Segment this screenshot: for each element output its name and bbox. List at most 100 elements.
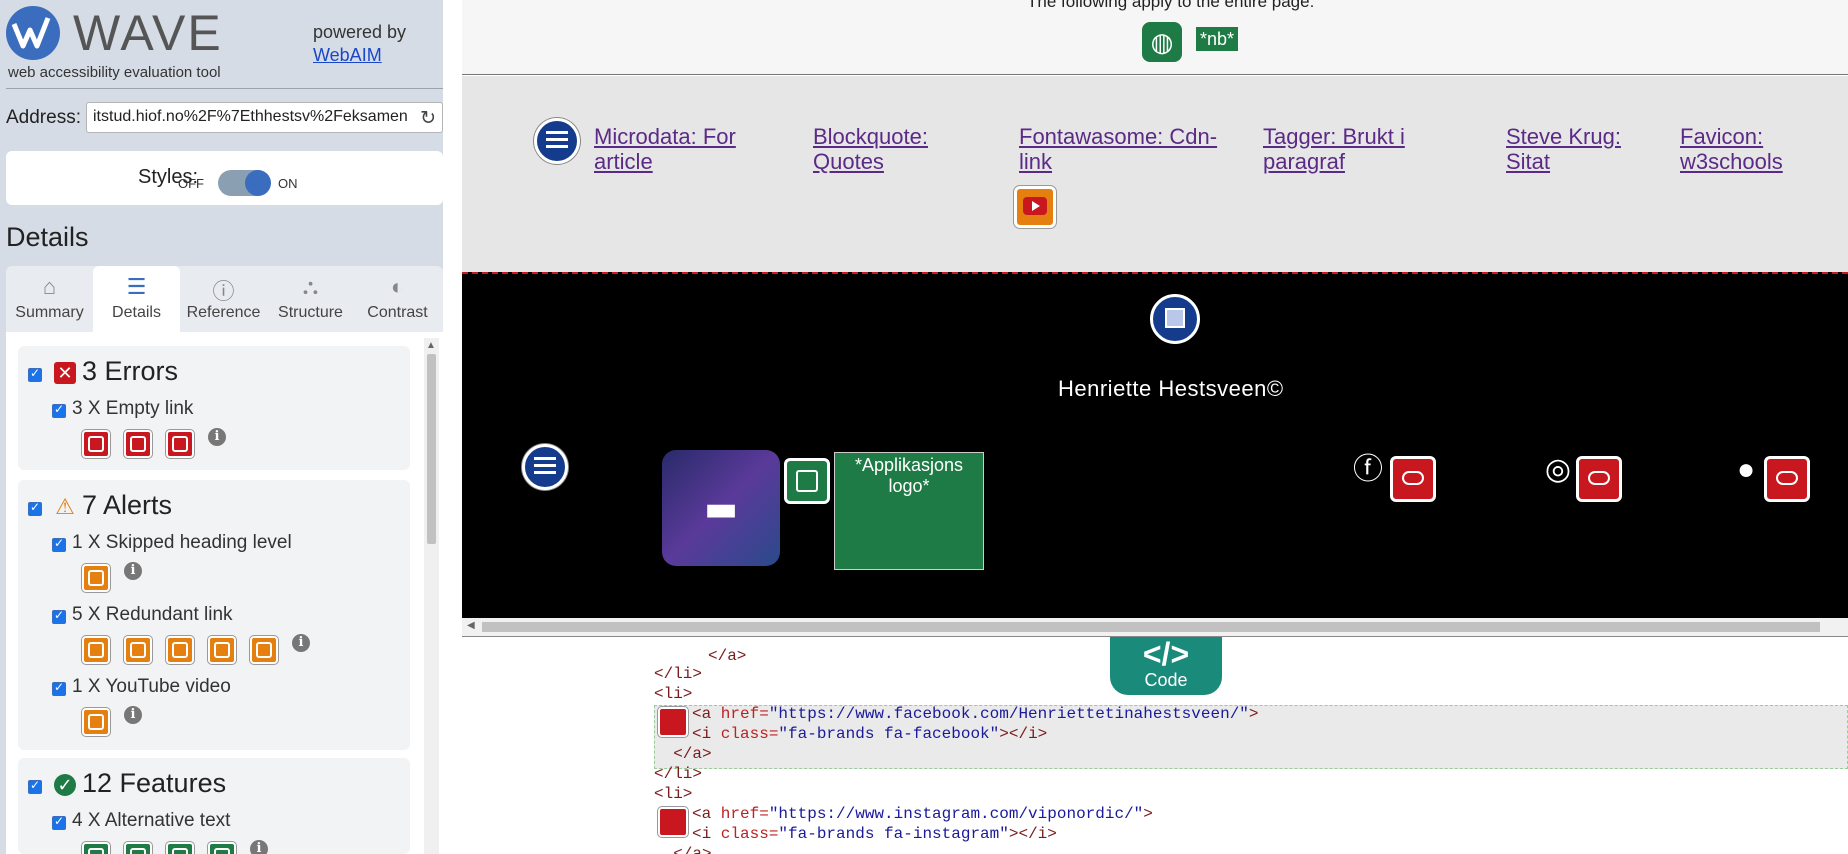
empty-link-label: 3 X Empty link <box>72 398 194 419</box>
tab-structure[interactable]: ⛬ Structure <box>267 266 354 332</box>
alt-text-feature-icon[interactable] <box>208 842 236 854</box>
tab-label: Contrast <box>367 304 428 321</box>
redundant-link-alert-icon[interactable] <box>124 636 152 664</box>
info-icon[interactable]: i <box>250 840 268 854</box>
alerts-title: 7 Alerts <box>82 490 173 520</box>
redundant-link-alert-icon[interactable] <box>82 636 110 664</box>
webaim-link[interactable]: WebAIM <box>313 45 382 66</box>
tab-label: Details <box>112 304 161 321</box>
empty-link-error-icon[interactable] <box>166 430 194 458</box>
reload-icon[interactable]: ↻ <box>420 107 436 130</box>
address-input[interactable]: itstud.hiof.no%2F%7Ethhestsv%2Feksamen <box>93 108 413 128</box>
code-panel: </a> </li> <li> <a href="https://www.fac… <box>462 636 1848 854</box>
errors-checkbox[interactable] <box>28 366 42 382</box>
band-link-tagger[interactable]: Tagger: Brukt i paragraf <box>1263 124 1443 174</box>
code-line: </a> <box>654 745 712 763</box>
code-line: </a> <box>708 647 747 665</box>
tab-contrast[interactable]: ◐ Contrast <box>354 266 441 332</box>
band-link-blockquote[interactable]: Blockquote: Quotes <box>813 124 953 174</box>
alt-text-feature-icon[interactable] <box>166 842 194 854</box>
alt-text-feature-icon[interactable] <box>124 842 152 854</box>
features-checkbox[interactable] <box>28 778 42 794</box>
github-icon[interactable]: ● <box>1726 450 1766 490</box>
page-level-notes: The following apply to the entire page: … <box>462 0 1848 75</box>
footer-region-icon[interactable] <box>1150 294 1200 344</box>
page-note-text: The following apply to the entire page: <box>1027 0 1315 11</box>
empty-link-error-icon[interactable] <box>1390 456 1436 502</box>
youtube-label: 1 X YouTube video <box>72 676 231 697</box>
scroll-left-icon[interactable]: ◀ <box>467 620 475 631</box>
instagram-icon[interactable]: ◎ <box>1538 450 1578 490</box>
scroll-thumb[interactable] <box>427 354 436 544</box>
info-icon[interactable]: i <box>124 562 142 580</box>
hscroll-thumb[interactable] <box>482 622 1820 632</box>
info-icon: ⓘ <box>212 279 235 304</box>
styles-off-label: OFF <box>178 176 204 191</box>
code-icon: </> <box>1142 636 1190 672</box>
redundant-link-checkbox[interactable] <box>52 608 66 624</box>
info-icon[interactable]: i <box>124 706 142 724</box>
styles-toggle[interactable] <box>218 170 271 196</box>
facebook-icon[interactable]: ⓕ <box>1348 450 1388 490</box>
skipped-heading-checkbox[interactable] <box>52 536 66 552</box>
info-icon[interactable]: i <box>208 428 226 446</box>
alt-text-checkbox[interactable] <box>52 814 66 830</box>
app-logo-letter: -V- <box>671 454 771 566</box>
empty-link-error-icon[interactable] <box>1764 456 1810 502</box>
alert-icon: ⚠ <box>55 494 75 519</box>
band-link-fontawesome[interactable]: Fontawasome: Cdn-link <box>1019 124 1219 174</box>
language-globe-icon[interactable]: ◍ <box>1142 22 1182 62</box>
sources-nav: Microdata: For article Blockquote: Quote… <box>462 76 1848 272</box>
page-footer: Henriette Hestsveen© -V- *Applikasjons l… <box>462 272 1848 618</box>
alt-text-label: *Applikasjons logo* <box>834 452 984 570</box>
code-line: </a> <box>654 845 712 854</box>
horizontal-scrollbar[interactable]: ◀ <box>462 618 1848 636</box>
scroll-up-icon[interactable]: ▲ <box>426 340 436 351</box>
skipped-heading-alert-icon[interactable] <box>82 564 110 592</box>
alt-text-feature-icon[interactable] <box>82 842 110 854</box>
info-icon[interactable]: i <box>292 634 310 652</box>
youtube-checkbox[interactable] <box>52 680 66 696</box>
wave-sidebar: WAVE web accessibility evaluation tool p… <box>0 0 443 854</box>
empty-link-error-icon[interactable] <box>658 807 688 837</box>
page-preview: The following apply to the entire page: … <box>462 0 1848 854</box>
details-scrollbar[interactable]: ▲ <box>424 338 439 854</box>
empty-link-error-icon[interactable] <box>658 707 688 737</box>
code-toggle-button[interactable]: </> Code <box>1110 637 1222 695</box>
list-structure-icon[interactable] <box>522 444 568 490</box>
empty-link-checkbox[interactable] <box>52 402 66 418</box>
redundant-link-alert-icon[interactable] <box>166 636 194 664</box>
feature-check-icon: ✓ <box>54 774 76 796</box>
list-structure-icon[interactable] <box>534 118 580 164</box>
contrast-icon: ◐ <box>390 274 405 299</box>
code-line: <a href="https://www.instagram.com/vipon… <box>692 805 1153 823</box>
empty-link-error-icon[interactable] <box>124 430 152 458</box>
youtube-alert-icon[interactable] <box>82 708 110 736</box>
band-link-microdata[interactable]: Microdata: For article <box>594 124 754 174</box>
tab-reference[interactable]: ⓘ Reference <box>180 266 267 332</box>
tab-summary[interactable]: ⌂ Summary <box>6 266 93 332</box>
address-field[interactable]: itstud.hiof.no%2F%7Ethhestsv%2Feksamen ↻ <box>86 102 443 133</box>
empty-link-error-icon[interactable] <box>1576 456 1622 502</box>
band-link-favicon[interactable]: Favicon: w3schools <box>1680 124 1810 174</box>
empty-link-error-icon[interactable] <box>82 430 110 458</box>
details-heading: Details <box>6 222 89 252</box>
brand-subtitle: web accessibility evaluation tool <box>8 64 221 81</box>
band-link-steve-krug[interactable]: Steve Krug: Sitat <box>1506 124 1636 174</box>
tab-details[interactable]: ☰ Details <box>93 266 180 332</box>
youtube-alert-icon[interactable] <box>1014 186 1056 228</box>
redundant-link-alert-icon[interactable] <box>208 636 236 664</box>
tab-label: Structure <box>278 304 343 321</box>
alerts-checkbox[interactable] <box>28 500 42 516</box>
redundant-link-label: 5 X Redundant link <box>72 604 233 625</box>
tab-label: Summary <box>15 304 84 321</box>
address-label: Address: <box>6 107 81 128</box>
linked-image-feature-icon[interactable] <box>784 458 830 504</box>
code-line: <i class="fa-brands fa-instagram"></i> <box>692 825 1057 843</box>
code-button-label: Code <box>1144 670 1188 690</box>
footer-copyright: Henriette Hestsveen© <box>1058 376 1284 401</box>
code-line: <li> <box>654 785 693 803</box>
redundant-link-alert-icon[interactable] <box>250 636 278 664</box>
skipped-heading-label: 1 X Skipped heading level <box>72 532 292 553</box>
divider <box>6 88 443 89</box>
